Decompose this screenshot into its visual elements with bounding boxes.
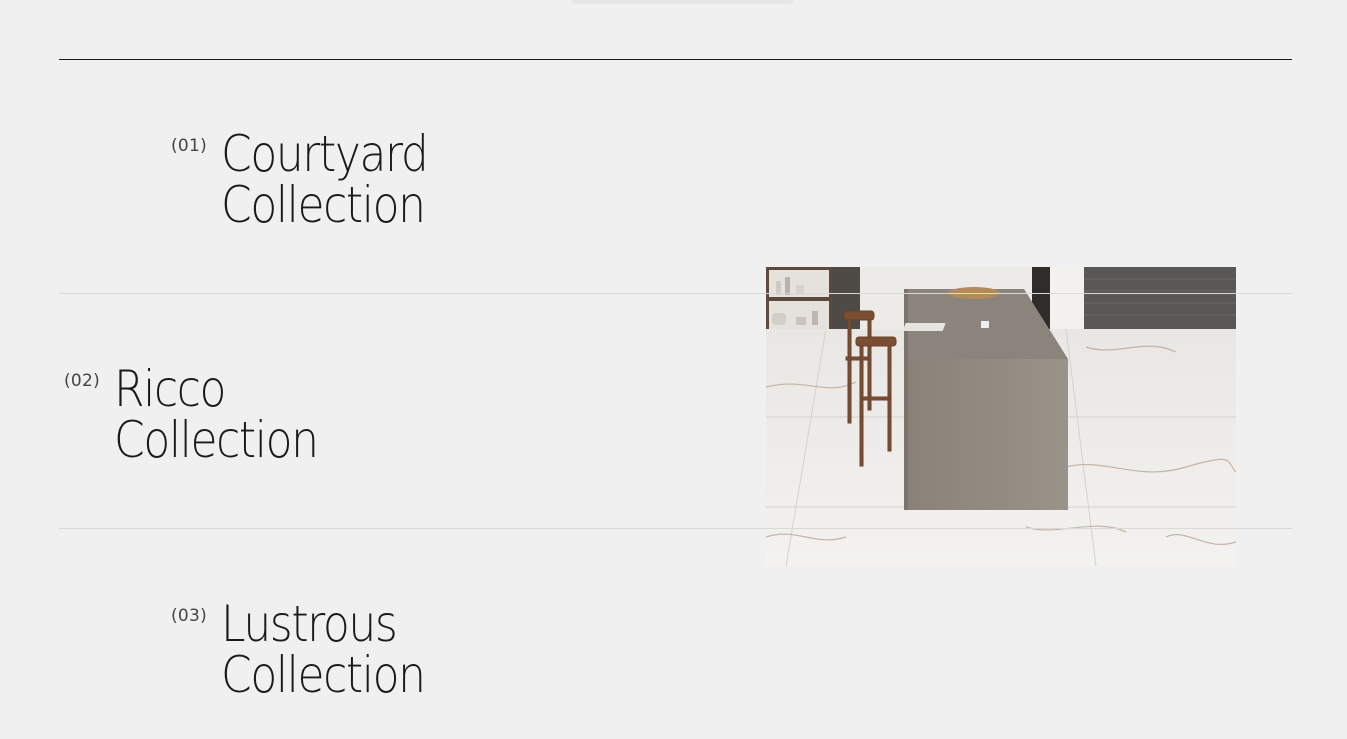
collection-divider: [59, 528, 1292, 529]
collection-number: (01): [171, 136, 208, 156]
top-pill-decoration: [572, 0, 794, 2]
collection-divider: [59, 293, 1292, 294]
collection-link-courtyard[interactable]: (01) Courtyard Collection: [171, 129, 456, 231]
section-top-divider: [59, 59, 1292, 60]
collection-link-ricco[interactable]: (02) Ricco Collection: [64, 364, 345, 466]
collection-hover-preview-image: [766, 267, 1236, 566]
collection-link-lustrous[interactable]: (03) Lustrous Collection: [171, 599, 452, 701]
collection-title: Courtyard Collection: [221, 125, 429, 234]
collection-title: Ricco Collection: [114, 360, 319, 469]
collection-number: (03): [171, 606, 208, 626]
collection-title: Lustrous Collection: [221, 595, 426, 704]
collection-number: (02): [64, 371, 101, 391]
